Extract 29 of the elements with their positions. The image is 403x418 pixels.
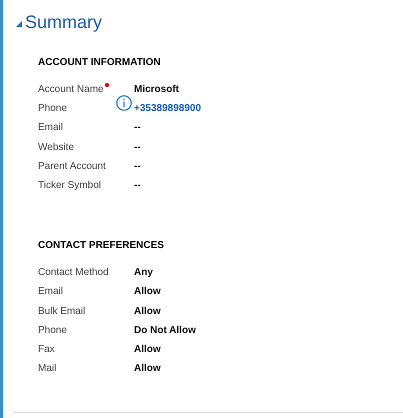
field-label: Account Name xyxy=(38,84,104,96)
field-label: Parent Account xyxy=(38,160,106,172)
field-label: Email xyxy=(38,122,64,134)
field-label: Website xyxy=(38,142,74,153)
group-heading: ACCOUNT INFORMATION xyxy=(38,56,162,70)
field-label: Fax xyxy=(38,344,55,355)
field-label: Phone xyxy=(38,103,67,114)
info-icon[interactable] xyxy=(116,95,132,112)
field-value: Do Not Allow xyxy=(134,324,196,336)
field-label: Email xyxy=(38,286,64,298)
field-label: Phone xyxy=(38,324,67,336)
section-title: Summary xyxy=(25,12,102,32)
field-value: Any xyxy=(134,267,153,278)
field-label: Mail xyxy=(38,363,56,374)
field-label: Ticker Symbol xyxy=(38,180,101,192)
field-value: -- xyxy=(134,180,141,192)
field-value: Allow xyxy=(134,306,161,317)
expand-triangle-icon[interactable] xyxy=(16,21,22,27)
field-value: Allow xyxy=(134,344,161,355)
field-value: -- xyxy=(134,122,141,134)
field-label: Bulk Email xyxy=(38,306,86,317)
field-value: Microsoft xyxy=(134,84,179,96)
field-value: -- xyxy=(134,160,141,172)
phone-link[interactable]: +35389898900 xyxy=(134,103,202,114)
field-value: Allow xyxy=(134,286,161,298)
field-label: Contact Method xyxy=(38,267,109,278)
field-value: Allow xyxy=(134,363,161,374)
field-value: -- xyxy=(134,142,141,153)
group-heading: CONTACT PREFERENCES xyxy=(38,239,165,254)
